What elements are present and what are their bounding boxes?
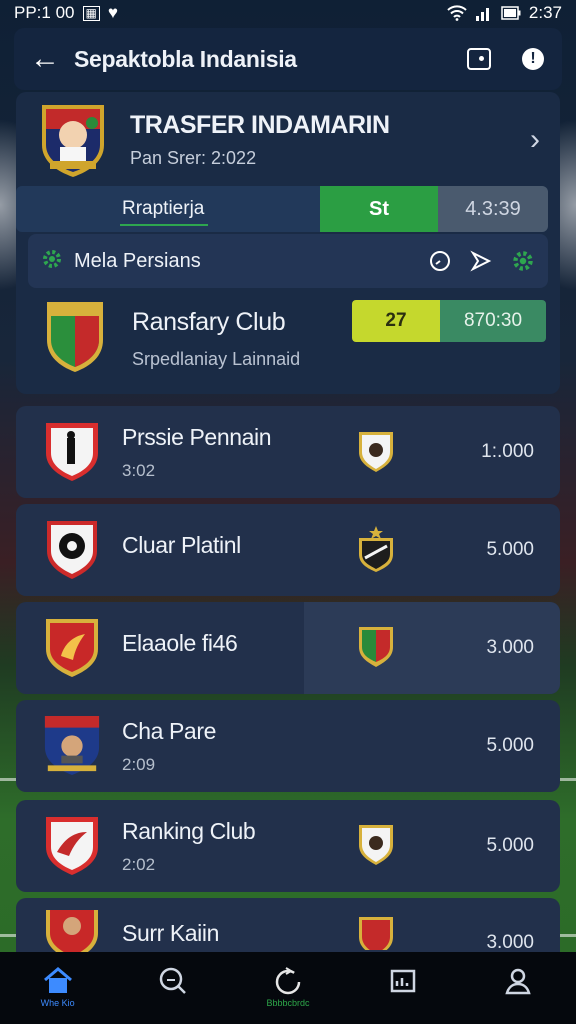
transfer-header[interactable]: TRASFER INDAMARIN Pan Srer: 2:022 › <box>38 100 540 180</box>
club-crest-icon <box>42 419 102 485</box>
signal-icon <box>475 8 489 21</box>
filter-label: Mela Persians <box>74 249 201 272</box>
page-title: Sepaktobla Indanisia <box>74 45 297 72</box>
highlight-green-value[interactable]: 870:30 <box>440 300 546 342</box>
status-left-text: PP:1 00 <box>14 3 75 22</box>
list-item-name: Cha Pare <box>122 717 216 744</box>
club-crest-icon <box>38 101 108 179</box>
nav-label: Whe Kio <box>40 998 75 1008</box>
user-icon <box>505 968 532 995</box>
nav-stats[interactable] <box>363 966 443 996</box>
tab-bar: Rraptierja St 4.3:39 <box>16 186 548 232</box>
tab-green-value[interactable]: St <box>320 186 438 232</box>
highlight-club-subtitle: Srpedlaniay Lainnaid <box>132 349 301 369</box>
battery-icon <box>501 6 521 20</box>
gear-icon[interactable] <box>40 247 64 276</box>
nav-home[interactable]: Whe Kio <box>18 966 98 1008</box>
highlight-club[interactable]: Ransfary Club Srpedlaniay Lainnaid 27 87… <box>40 298 546 384</box>
nav-profile[interactable] <box>478 966 558 996</box>
list-item-name: Cluar Platinl <box>122 531 241 558</box>
list-item-name: Prssie Pennain <box>122 423 272 450</box>
list-item[interactable]: Ranking Club 2:02 5.000 <box>16 800 560 892</box>
list-item-value: 5.000 <box>486 735 534 756</box>
nav-search[interactable] <box>133 966 213 996</box>
chevron-right-icon[interactable]: › <box>530 123 540 157</box>
list-item-value: 5.000 <box>486 539 534 560</box>
arrow-left-icon[interactable]: ← <box>30 42 74 76</box>
soccer-ball-crest-icon <box>42 517 102 583</box>
heart-icon: ♥ <box>107 3 118 22</box>
club-crest-icon <box>42 713 102 779</box>
search-chat-icon <box>159 967 186 994</box>
wifi-icon <box>447 5 467 21</box>
tab-active[interactable]: Rraptierja <box>16 186 320 232</box>
mini-badge-icon <box>356 429 396 475</box>
gallery-icon: ▦ <box>82 5 100 21</box>
club-crest-icon <box>42 813 102 879</box>
list-item[interactable]: Prssie Pennain 3:02 1:.000 <box>16 406 560 498</box>
club-crest-icon <box>40 298 110 376</box>
list-item-sub: 2:02 <box>122 854 156 874</box>
info-icon[interactable]: ! <box>520 46 546 72</box>
list-item-value: 1:.000 <box>481 441 534 462</box>
highlight-club-name: Ransfary Club <box>132 308 286 336</box>
list-item-name: Ranking Club <box>122 817 256 844</box>
mini-badge-icon <box>356 625 396 671</box>
list-item[interactable]: Cha Pare 2:09 5.000 <box>16 700 560 792</box>
list-item-name: Elaaole fi46 <box>122 629 238 656</box>
transfer-subtitle: Pan Srer: 2:022 <box>130 148 257 168</box>
highlight-yellow-value[interactable]: 27 <box>352 300 440 342</box>
club-crest-icon <box>42 910 102 954</box>
filter-row: Mela Persians <box>28 234 548 288</box>
list-item-value: 3.000 <box>486 932 534 953</box>
mini-badge-icon <box>356 526 396 573</box>
clock-icon[interactable] <box>428 249 452 273</box>
status-bar: PP:1 00 ▦ ♥ 2:37 <box>0 0 576 26</box>
list-item[interactable]: Cluar Platinl 5.000 <box>16 504 560 596</box>
nav-label: Bbbbcbrdc <box>266 998 310 1008</box>
mini-badge-icon <box>356 823 396 869</box>
list-item[interactable]: Elaaole fi46 3.000 <box>16 602 560 694</box>
tab-grey-value[interactable]: 4.3:39 <box>438 186 548 232</box>
refresh-icon <box>275 967 301 995</box>
transfer-title: TRASFER INDAMARIN <box>130 111 390 139</box>
send-icon[interactable] <box>470 250 492 272</box>
transfer-panel: TRASFER INDAMARIN Pan Srer: 2:022 › Rrap… <box>16 92 560 394</box>
mini-badge-placeholder <box>356 723 396 769</box>
stats-icon <box>390 969 416 993</box>
list-item-name: Surr Kaiin <box>122 920 219 946</box>
square-icon[interactable] <box>466 46 492 72</box>
mini-badge-icon <box>356 910 396 950</box>
gear-icon[interactable] <box>510 248 536 274</box>
club-crest-icon <box>42 615 102 681</box>
list-item-value: 5.000 <box>486 835 534 856</box>
nav-refresh[interactable]: Bbbbcbrdc <box>248 966 328 1008</box>
list-item-sub: 3:02 <box>122 460 156 480</box>
home-icon <box>43 967 72 993</box>
list-item-sub: 2:09 <box>122 754 156 774</box>
clock: 2:37 <box>528 3 562 22</box>
tab-label: Rraptierja <box>122 198 205 219</box>
bottom-nav: Whe Kio Bbbbcbrdc <box>0 952 576 1024</box>
list-item[interactable]: Surr Kaiin 3.000 <box>16 898 560 954</box>
list-item-value: 3.000 <box>486 637 534 658</box>
app-header: ← Sepaktobla Indanisia ! <box>14 28 562 90</box>
